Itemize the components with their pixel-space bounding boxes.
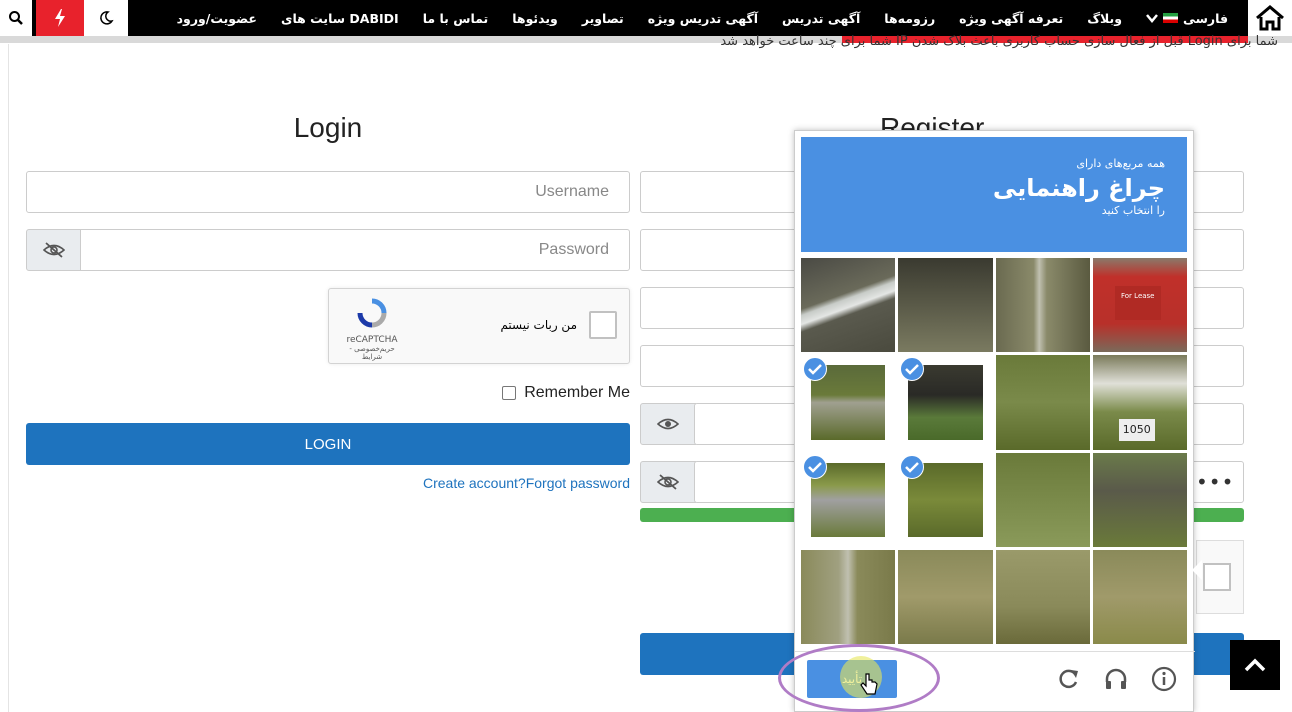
moon-icon xyxy=(100,11,114,25)
challenge-tile[interactable] xyxy=(995,258,1090,353)
password-dots: ••• xyxy=(1196,470,1235,494)
challenge-instruction-suffix: را انتخاب کنید xyxy=(1101,204,1165,217)
remember-me: Remember Me xyxy=(502,384,630,402)
challenge-tile[interactable] xyxy=(898,453,992,547)
challenge-target: چراغ راهنمایی xyxy=(992,174,1165,202)
login-button[interactable]: LOGIN xyxy=(26,423,630,465)
checkmark-icon xyxy=(803,454,827,479)
recaptcha-checkbox[interactable] xyxy=(1203,563,1231,591)
password-input[interactable]: Password xyxy=(80,229,630,271)
challenge-tile[interactable] xyxy=(898,549,993,644)
reload-icon[interactable] xyxy=(1055,666,1081,692)
toggle-password-button[interactable] xyxy=(640,403,696,445)
search-button[interactable] xyxy=(0,0,32,36)
tile-image xyxy=(995,549,1090,644)
menu-item-featured-ad-pricing[interactable]: تعرفه آگهی ویژه xyxy=(947,11,1075,26)
toggle-password-button[interactable] xyxy=(26,229,82,271)
recaptcha-logo: reCAPTCHA حریم‌خصوصی - شرایط xyxy=(341,297,403,361)
recaptcha-widget: من ربات نیستم reCAPTCHA حریم‌خصوصی - شرا… xyxy=(328,288,630,364)
menu-item-resumes[interactable]: رزومه‌ها xyxy=(872,11,947,26)
challenge-tile[interactable] xyxy=(801,355,895,449)
challenge-instruction: همه مربع‌های دارای xyxy=(1076,157,1165,170)
challenge-tile[interactable]: 1050 xyxy=(1092,355,1187,450)
challenge-tile[interactable] xyxy=(801,453,895,547)
headphones-icon[interactable] xyxy=(1103,666,1129,692)
flash-button[interactable] xyxy=(36,0,84,36)
for-lease-sign: For Lease xyxy=(1114,286,1161,320)
recaptcha-terms-link[interactable]: حریم‌خصوصی - شرایط xyxy=(341,345,403,361)
chevron-down-icon xyxy=(1146,14,1158,23)
divider xyxy=(0,36,842,43)
challenge-tile[interactable] xyxy=(995,549,1090,644)
menu-item-contact[interactable]: تماس با ما xyxy=(411,11,501,26)
challenge-tile[interactable] xyxy=(801,549,896,644)
menu-item-images[interactable]: تصاویر xyxy=(570,11,636,26)
recaptcha-label: من ربات نیستم xyxy=(500,318,577,332)
tile-image xyxy=(898,549,993,644)
tile-image xyxy=(995,452,1090,547)
search-icon xyxy=(9,11,23,25)
menu-item-language[interactable]: فارسی xyxy=(1134,11,1240,26)
tile-image xyxy=(898,258,993,353)
toggle-password-button[interactable] xyxy=(640,461,696,503)
challenge-tile[interactable] xyxy=(801,258,896,353)
tile-image xyxy=(801,258,896,353)
create-account-link[interactable]: Create account? xyxy=(423,475,526,491)
login-title: Login xyxy=(293,112,363,143)
back-to-top-button[interactable] xyxy=(1230,640,1280,690)
menu-item-videos[interactable]: ویدئوها xyxy=(500,11,570,26)
forgot-password-link[interactable]: Forgot password xyxy=(526,475,630,491)
menu-item-blog[interactable]: وبلاگ xyxy=(1075,11,1134,26)
eye-slash-icon xyxy=(657,474,679,490)
challenge-header: همه مربع‌های دارای چراغ راهنمایی را انتخ… xyxy=(801,137,1187,252)
divider xyxy=(8,44,9,712)
username-input[interactable]: Username xyxy=(26,171,630,213)
menu-item-dabidi-sites[interactable]: سایت های DABIDI xyxy=(269,11,411,26)
address-number-sign: 1050 xyxy=(1118,419,1155,442)
home-button[interactable] xyxy=(1248,0,1292,36)
recaptcha-challenge: همه مربع‌های دارای چراغ راهنمایی را انتخ… xyxy=(794,130,1195,712)
eye-icon xyxy=(657,418,679,430)
warning-notice: شما برای Login قبل از فعال سازی حساب کار… xyxy=(720,34,1278,49)
tile-image xyxy=(995,258,1090,353)
menu-item-featured-teaching-ads[interactable]: آگهی تدریس ویژه xyxy=(636,11,770,26)
home-icon xyxy=(1256,5,1284,31)
dark-mode-button[interactable] xyxy=(84,0,128,36)
chevron-up-icon xyxy=(1244,658,1266,672)
info-icon[interactable] xyxy=(1151,666,1177,692)
recaptcha-brand: reCAPTCHA xyxy=(346,335,398,345)
challenge-tile[interactable] xyxy=(995,355,1090,450)
challenge-tile[interactable] xyxy=(1092,452,1187,547)
challenge-tile[interactable] xyxy=(898,258,993,353)
challenge-grid: For Lease 1050 xyxy=(801,258,1187,644)
account-links: Create account?Forgot password xyxy=(423,475,630,491)
challenge-tile[interactable]: For Lease xyxy=(1092,258,1187,353)
eye-slash-icon xyxy=(43,242,65,258)
challenge-tile[interactable] xyxy=(1092,549,1187,644)
menu-label: فارسی xyxy=(1182,10,1228,26)
iran-flag-icon xyxy=(1162,13,1178,23)
challenge-tile[interactable] xyxy=(898,355,992,449)
tile-image xyxy=(995,355,1090,450)
tile-image xyxy=(1092,549,1187,644)
register-recaptcha-widget xyxy=(1196,540,1244,614)
popup-pointer xyxy=(1192,560,1202,580)
menu-item-login-register[interactable]: عضویت/ورود xyxy=(165,11,269,26)
flash-icon xyxy=(55,9,65,27)
tile-image xyxy=(801,549,896,644)
hand-cursor-icon xyxy=(860,673,878,695)
tile-image xyxy=(1092,452,1187,547)
checkmark-icon xyxy=(900,454,925,479)
remember-me-checkbox[interactable] xyxy=(502,386,517,400)
remember-me-label[interactable]: Remember Me xyxy=(524,384,630,402)
top-navbar: فارسی وبلاگ تعرفه آگهی ویژه رزومه‌ها آگه… xyxy=(0,0,1292,36)
recaptcha-icon xyxy=(357,298,387,328)
recaptcha-checkbox[interactable] xyxy=(589,311,617,339)
main-menu: فارسی وبلاگ تعرفه آگهی ویژه رزومه‌ها آگه… xyxy=(165,0,1240,36)
challenge-tile[interactable] xyxy=(995,452,1090,547)
menu-item-teaching-ads[interactable]: آگهی تدریس xyxy=(770,11,872,26)
